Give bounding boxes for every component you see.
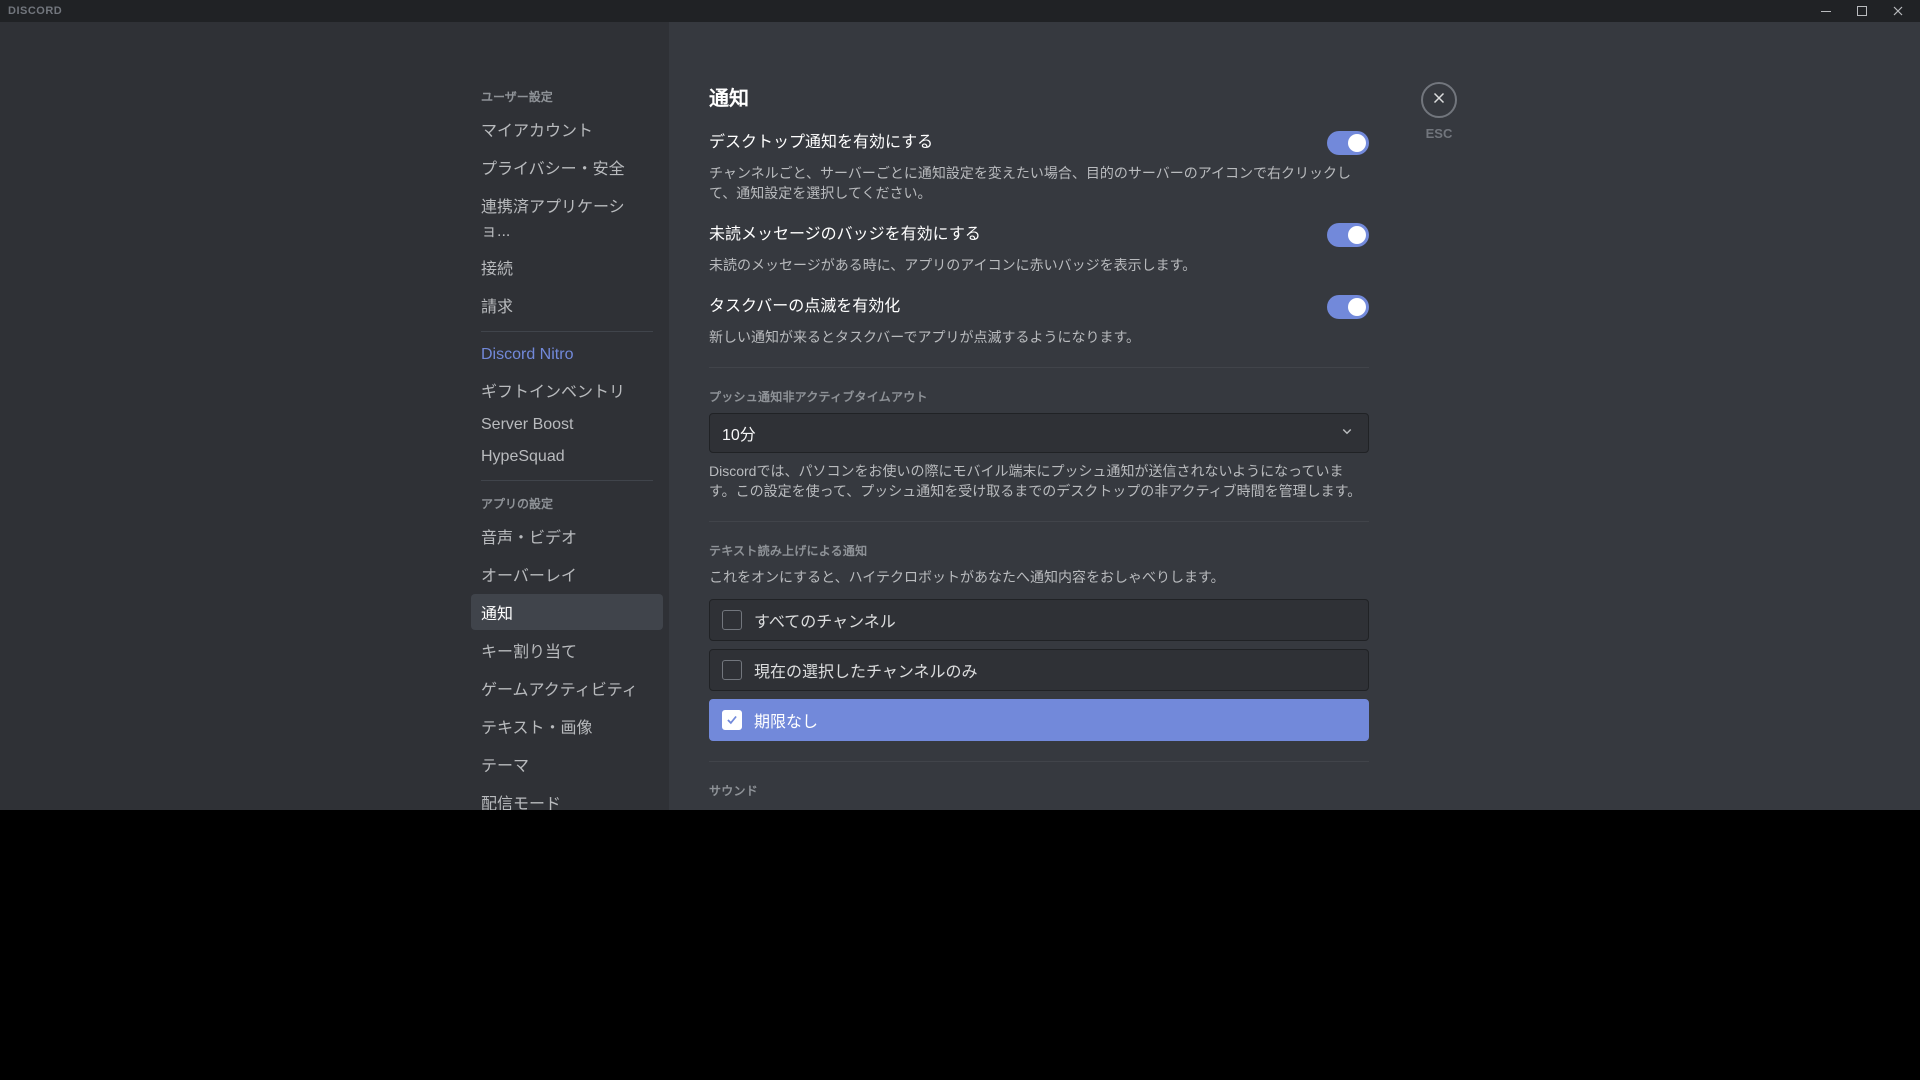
sidebar-item-overlay[interactable]: オーバーレイ xyxy=(471,556,663,592)
sidebar-item-notifications[interactable]: 通知 xyxy=(471,594,663,630)
esc-label: ESC xyxy=(1426,126,1453,141)
checkbox-icon xyxy=(722,710,742,730)
setting-desc: 新しい通知が来るとタスクバーでアプリが点滅するようになります。 xyxy=(709,327,1369,347)
setting-title: 未読メッセージのバッジを有効にする xyxy=(709,223,981,247)
setting-title: タスクバーの点滅を有効化 xyxy=(709,295,900,319)
toggle-taskbar-flash[interactable] xyxy=(1327,295,1369,319)
tts-option-never[interactable]: 期限なし xyxy=(709,699,1369,741)
sidebar-item-text-images[interactable]: テキスト・画像 xyxy=(471,708,663,744)
tts-option-all[interactable]: すべてのチャンネル xyxy=(709,599,1369,641)
titlebar: DISCORD xyxy=(0,0,1920,22)
divider xyxy=(709,521,1369,522)
tts-option-current[interactable]: 現在の選択したチャンネルのみ xyxy=(709,649,1369,691)
radio-label: 現在の選択したチャンネルのみ xyxy=(754,658,978,682)
app-brand: DISCORD xyxy=(8,5,62,17)
sidebar-header: アプリの設定 xyxy=(471,489,663,518)
sidebar-separator xyxy=(481,480,653,481)
window-close-button[interactable] xyxy=(1884,0,1912,22)
sidebar-item-nitro[interactable]: Discord Nitro xyxy=(471,340,663,370)
setting-desc: チャンネルごと、サーバーごとに通知設定を変えたい場合、目的のサーバーのアイコンで… xyxy=(709,163,1369,203)
sidebar-item-billing[interactable]: 請求 xyxy=(471,287,663,323)
sidebar-item-hypesquad[interactable]: HypeSquad xyxy=(471,442,663,472)
close-icon xyxy=(1430,89,1448,112)
window-controls xyxy=(1812,0,1912,22)
checkbox-icon xyxy=(722,610,742,630)
tts-label: テキスト読み上げによる通知 xyxy=(709,542,1369,559)
sidebar-item-authorized-apps[interactable]: 連携済アプリケーショ... xyxy=(471,187,663,247)
sidebar-item-game-activity[interactable]: ゲームアクティビティ xyxy=(471,670,663,706)
window-maximize-button[interactable] xyxy=(1848,0,1876,22)
push-timeout-label: プッシュ通知非アクティブタイムアウト xyxy=(709,388,1369,405)
radio-label: すべてのチャンネル xyxy=(754,608,896,632)
sidebar-item-gift-inventory[interactable]: ギフトインベントリ xyxy=(471,372,663,408)
sidebar-item-appearance[interactable]: テーマ xyxy=(471,746,663,782)
letterbox-bar xyxy=(0,810,1920,1080)
checkbox-icon xyxy=(722,660,742,680)
sidebar-header: ユーザー設定 xyxy=(471,82,663,111)
sidebar-item-keybinds[interactable]: キー割り当て xyxy=(471,632,663,668)
sidebar-item-privacy-safety[interactable]: プライバシー・安全 xyxy=(471,149,663,185)
sidebar-item-voice-video[interactable]: 音声・ビデオ xyxy=(471,518,663,554)
chevron-down-icon xyxy=(1338,422,1356,445)
push-timeout-select[interactable]: 10分 xyxy=(709,413,1369,453)
push-timeout-value: 10分 xyxy=(722,421,756,445)
divider xyxy=(709,761,1369,762)
window-minimize-button[interactable] xyxy=(1812,0,1840,22)
tts-radio-group: すべてのチャンネル 現在の選択したチャンネルのみ 期限なし xyxy=(709,599,1369,741)
divider xyxy=(709,367,1369,368)
sidebar-item-connections[interactable]: 接続 xyxy=(471,249,663,285)
sidebar-separator xyxy=(481,331,653,332)
radio-label: 期限なし xyxy=(754,708,818,732)
sounds-label: サウンド xyxy=(709,782,1369,799)
toggle-desktop-notifications[interactable] xyxy=(1327,131,1369,155)
push-timeout-desc: Discordでは、パソコンをお使いの際にモバイル端末にプッシュ通知が送信されな… xyxy=(709,461,1369,501)
setting-desc: 未読のメッセージがある時に、アプリのアイコンに赤いバッジを表示します。 xyxy=(709,255,1369,275)
close-settings-button[interactable] xyxy=(1421,82,1457,118)
setting-title: デスクトップ通知を有効にする xyxy=(709,131,933,155)
tts-desc: これをオンにすると、ハイテクロボットがあなたへ通知内容をおしゃべりします。 xyxy=(709,567,1369,587)
sidebar-item-server-boost[interactable]: Server Boost xyxy=(471,410,663,440)
page-title: 通知 xyxy=(709,82,1369,111)
sidebar-item-my-account[interactable]: マイアカウント xyxy=(471,111,663,147)
toggle-unread-badge[interactable] xyxy=(1327,223,1369,247)
